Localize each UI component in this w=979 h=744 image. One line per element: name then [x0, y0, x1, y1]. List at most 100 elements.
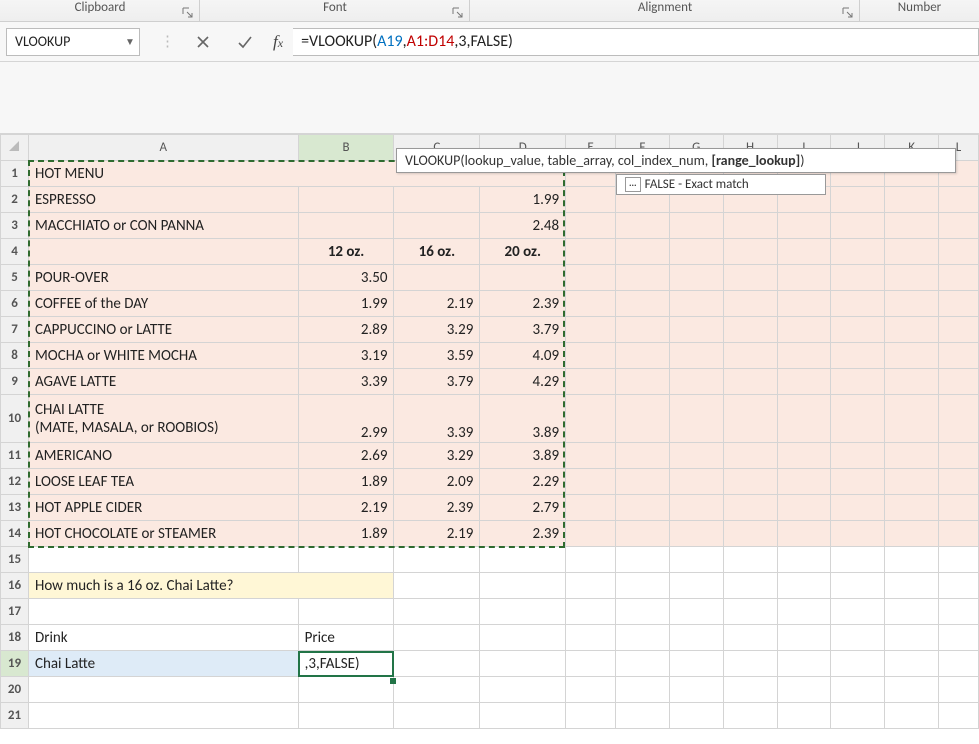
cell[interactable]: Price [298, 625, 394, 651]
cell[interactable]: 3.89 [480, 395, 566, 443]
cell[interactable]: 3.59 [394, 343, 480, 369]
fx-icon[interactable]: fx [273, 32, 283, 52]
cell[interactable]: HOT CHOCOLATE or STEAMER [28, 521, 298, 547]
enter-edit-button[interactable] [231, 28, 259, 56]
cell[interactable]: MACCHIATO or CON PANNA [28, 213, 298, 239]
cell[interactable]: 1.89 [298, 521, 394, 547]
spreadsheet-grid[interactable]: A B C D E F G H I J K L 1 HOT MENU 2 ESP… [0, 134, 979, 729]
ellipsis-icon: ··· [625, 177, 641, 192]
table-row: 19 Chai Latte ,3,FALSE) [1, 651, 979, 677]
fill-handle[interactable] [390, 678, 396, 684]
name-box[interactable]: VLOOKUP ▼ [6, 28, 140, 56]
ribbon-group-label: Font [323, 0, 347, 15]
cell[interactable]: 2.39 [480, 291, 566, 317]
cell[interactable]: 2.39 [480, 521, 566, 547]
table-row: 13 HOT APPLE CIDER 2.19 2.39 2.79 [1, 495, 979, 521]
intellisense-item[interactable]: ··· FALSE - Exact match [616, 174, 826, 195]
cell[interactable]: 2.19 [394, 521, 480, 547]
cell[interactable]: AGAVE LATTE [28, 369, 298, 395]
table-row: 18 Drink Price [1, 625, 979, 651]
name-box-value: VLOOKUP [7, 33, 121, 50]
cell[interactable]: 2.09 [394, 469, 480, 495]
table-row: 4 12 oz. 16 oz. 20 oz. [1, 239, 979, 265]
cell[interactable]: 2.99 [298, 395, 394, 443]
cell[interactable]: 2.48 [480, 213, 566, 239]
cell[interactable]: 16 oz. [394, 239, 480, 265]
cell[interactable]: 4.29 [480, 369, 566, 395]
table-row: 21 [1, 703, 979, 729]
cell[interactable]: 2.89 [298, 317, 394, 343]
formula-text-pre: =VLOOKUP( [301, 32, 377, 51]
table-row: 10 CHAI LATTE(MATE, MASALA, or ROOBIOS) … [1, 395, 979, 443]
cell[interactable]: 2.39 [394, 495, 480, 521]
table-row: 7 CAPPUCCINO or LATTE 2.89 3.29 3.79 [1, 317, 979, 343]
ribbon-group-number: Number [860, 0, 979, 21]
cell[interactable]: Drink [28, 625, 298, 651]
cell[interactable]: ESPRESSO [28, 187, 298, 213]
intellisense-text: FALSE - Exact match [645, 177, 749, 192]
ribbon-group-label: Clipboard [75, 0, 126, 15]
function-tooltip[interactable]: VLOOKUP(lookup_value, table_array, col_i… [396, 148, 956, 173]
formula-bar-controls: ⋮ fx [160, 28, 283, 56]
formula-bar-expansion [0, 62, 979, 134]
cell-A19[interactable]: Chai Latte [28, 651, 298, 677]
dialog-launcher-icon[interactable] [452, 7, 464, 19]
cell[interactable]: 3.19 [298, 343, 394, 369]
cancel-edit-button[interactable] [189, 28, 217, 56]
table-row: 6 COFFEE of the DAY 1.99 2.19 2.39 [1, 291, 979, 317]
cell[interactable]: 3.79 [394, 369, 480, 395]
col-header-A[interactable]: A [28, 135, 298, 161]
cell[interactable]: CAPPUCCINO or LATTE [28, 317, 298, 343]
table-row: 16 How much is a 16 oz. Chai Latte? [1, 573, 979, 599]
cell[interactable]: 3.89 [480, 443, 566, 469]
ribbon-group-label: Number [898, 0, 941, 15]
chevron-down-icon[interactable]: ▼ [121, 35, 139, 48]
cell[interactable]: How much is a 16 oz. Chai Latte? [28, 573, 394, 599]
table-row: 14 HOT CHOCOLATE or STEAMER 1.89 2.19 2.… [1, 521, 979, 547]
cell[interactable]: 3.39 [298, 369, 394, 395]
cell[interactable]: 2.79 [480, 495, 566, 521]
cell[interactable]: 2.29 [480, 469, 566, 495]
col-header-B[interactable]: B [298, 135, 394, 161]
cell[interactable]: POUR-OVER [28, 265, 298, 291]
table-row: 9 AGAVE LATTE 3.39 3.79 4.29 [1, 369, 979, 395]
cell[interactable]: 3.29 [394, 443, 480, 469]
ribbon-group-clipboard: Clipboard [0, 0, 200, 21]
formula-ref1: A19 [377, 32, 402, 51]
cell[interactable]: LOOSE LEAF TEA [28, 469, 298, 495]
tooltip-bold: [range_lookup] [711, 152, 800, 169]
select-all-triangle[interactable] [1, 135, 29, 161]
ribbon-group-label: Alignment [638, 0, 692, 15]
table-row: 5 POUR-OVER 3.50 [1, 265, 979, 291]
cell[interactable]: 1.89 [298, 469, 394, 495]
cell[interactable]: 3.50 [298, 265, 394, 291]
ribbon-groups: Clipboard Font Alignment Number [0, 0, 979, 22]
cell[interactable]: COFFEE of the DAY [28, 291, 298, 317]
formula-bar[interactable]: =VLOOKUP(A19,A1:D14,3,FALSE) [293, 28, 979, 56]
tooltip-text: VLOOKUP(lookup_value, table_array, col_i… [405, 152, 711, 169]
cell[interactable]: 2.19 [298, 495, 394, 521]
cell[interactable]: 3.39 [394, 395, 480, 443]
cell[interactable]: HOT APPLE CIDER [28, 495, 298, 521]
cell[interactable]: 4.09 [480, 343, 566, 369]
cell[interactable]: 2.19 [394, 291, 480, 317]
cell[interactable]: AMERICANO [28, 443, 298, 469]
cell[interactable]: 3.79 [480, 317, 566, 343]
cell[interactable]: 1.99 [298, 291, 394, 317]
cell[interactable]: MOCHA or WHITE MOCHA [28, 343, 298, 369]
table-row: 3 MACCHIATO or CON PANNA 2.48 [1, 213, 979, 239]
table-row: 17 [1, 599, 979, 625]
ribbon-group-alignment: Alignment [470, 0, 860, 21]
cell-B19-active[interactable]: ,3,FALSE) [298, 651, 394, 677]
cell[interactable]: 3.29 [394, 317, 480, 343]
formula-ref2: A1:D14 [407, 32, 455, 51]
cell[interactable]: 1.99 [480, 187, 566, 213]
dialog-launcher-icon[interactable] [182, 7, 194, 19]
cell[interactable]: 12 oz. [298, 239, 394, 265]
cell[interactable]: 2.69 [298, 443, 394, 469]
cell[interactable]: 20 oz. [480, 239, 566, 265]
dialog-launcher-icon[interactable] [842, 7, 854, 19]
cell[interactable]: CHAI LATTE(MATE, MASALA, or ROOBIOS) [28, 395, 298, 443]
table-row: 12 LOOSE LEAF TEA 1.89 2.09 2.29 [1, 469, 979, 495]
table-row: 8 MOCHA or WHITE MOCHA 3.19 3.59 4.09 [1, 343, 979, 369]
